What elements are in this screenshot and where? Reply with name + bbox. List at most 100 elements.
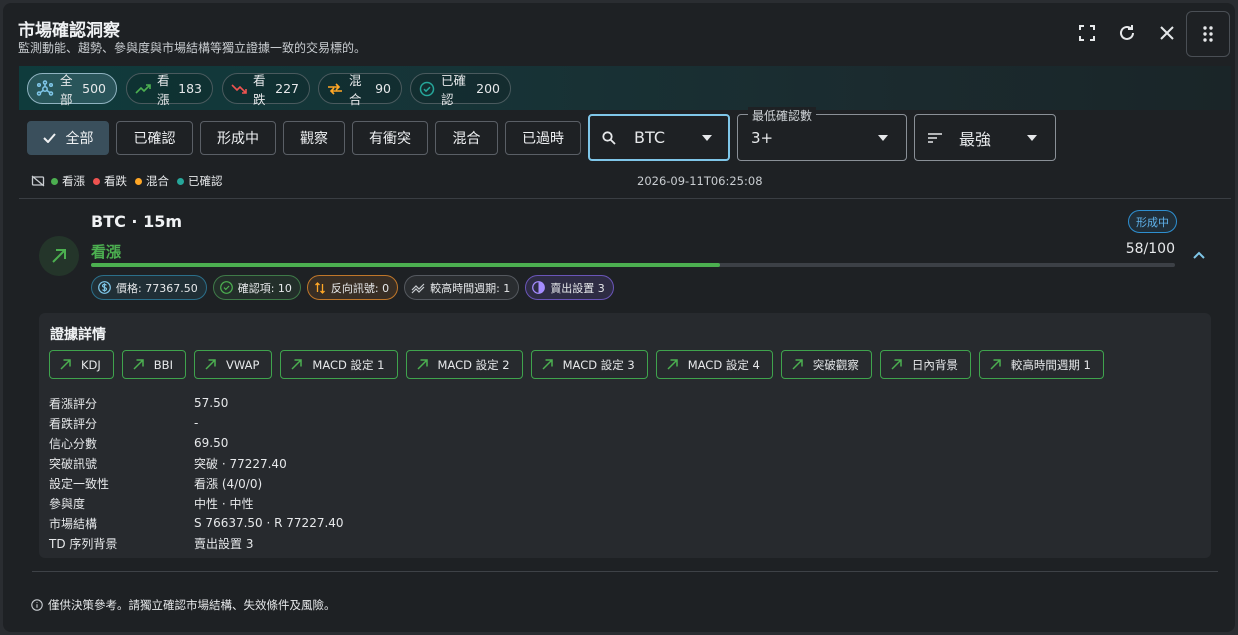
- symbol-search-field[interactable]: BTC: [588, 114, 730, 161]
- detail-row: 參與度 中性 · 中性: [49, 493, 344, 513]
- swap-icon: [327, 82, 343, 95]
- filter-watch[interactable]: 觀察: [283, 121, 345, 155]
- evidence-tag[interactable]: BBI: [121, 350, 186, 379]
- evidence-tag[interactable]: 較高時間週期 1: [978, 350, 1104, 379]
- evidence-tag-label: 較高時間週期 1: [1010, 357, 1091, 372]
- page-title: 市場確認洞察: [18, 21, 120, 41]
- sort-icon: [928, 132, 942, 143]
- summary-bullish[interactable]: 看漲 183: [126, 73, 213, 107]
- evidence-tag-label: MACD 設定 3: [562, 357, 635, 372]
- hide-legend-icon[interactable]: [31, 175, 45, 187]
- evidence-tag-label: KDJ: [81, 357, 101, 372]
- summary-mixed[interactable]: 混合 90: [318, 73, 402, 107]
- evidence-tag[interactable]: VWAP: [193, 350, 273, 379]
- verified-icon: [419, 81, 435, 97]
- filter-mixed[interactable]: 混合: [435, 121, 498, 155]
- price-chip: 價格: 77367.50: [91, 275, 207, 300]
- evidence-tag[interactable]: MACD 設定 3: [530, 350, 648, 379]
- collapse-button[interactable]: [1188, 244, 1210, 266]
- metric-chips: 價格: 77367.50 確認項: 10 反向訊號: 0 較高時間週期: 1 賣…: [91, 275, 614, 300]
- detail-value: -: [194, 416, 199, 430]
- arrow-up-right-icon: [205, 359, 216, 370]
- arrow-up-right-icon: [60, 359, 71, 370]
- evidence-tag[interactable]: 日內背景: [879, 350, 971, 379]
- arrow-up-right-icon: [133, 359, 144, 370]
- evidence-tag[interactable]: 突破觀察: [780, 350, 872, 379]
- sort-select[interactable]: 最強: [914, 114, 1056, 161]
- check-circle-icon: [219, 281, 233, 294]
- arrow-up-right-icon: [990, 359, 1001, 370]
- evidence-tag-label: MACD 設定 2: [437, 357, 510, 372]
- arrow-up-right-icon: [792, 359, 803, 370]
- summary-all[interactable]: 全部 500: [27, 73, 117, 107]
- evidence-tag[interactable]: KDJ: [49, 350, 114, 379]
- detail-value: 賣出設置 3: [194, 536, 254, 551]
- arrow-up-right-icon: [416, 359, 428, 370]
- detail-key: 突破訊號: [49, 456, 98, 471]
- disclaimer: 僅供決策參考。請獨立確認市場結構、失效條件及風險。: [31, 597, 336, 613]
- filter-stale[interactable]: 已過時: [505, 121, 581, 155]
- min-confirm-select[interactable]: 最低確認數 3+: [737, 107, 907, 161]
- page-subtitle: 監測動能、趨勢、參與度與市場結構等獨立證據一致的交易標的。: [18, 41, 367, 55]
- evidence-tag-label: MACD 設定 1: [312, 357, 385, 372]
- summary-confirmed[interactable]: 已確認 200: [410, 73, 511, 107]
- refresh-icon[interactable]: [1114, 20, 1140, 46]
- check-icon: [42, 133, 56, 143]
- evidence-panel: 證據詳情 KDJ BBI VWAP MACD 設定 1 MACD 設定 2 MACD 設定…: [39, 313, 1211, 558]
- hub-icon: [36, 79, 54, 98]
- filter-forming[interactable]: 形成中: [200, 121, 276, 155]
- score-bar-fill: [91, 263, 720, 267]
- legend-dot-bullish: [51, 177, 58, 185]
- arrow-up-right-icon: [667, 359, 678, 370]
- grip-icon: [1203, 26, 1213, 42]
- contrast-icon: [532, 281, 546, 294]
- legend-dot-confirmed: [177, 177, 184, 185]
- evidence-tag[interactable]: MACD 設定 2: [405, 350, 523, 379]
- detail-row: TD 序列背景 賣出設置 3: [49, 533, 344, 553]
- summary-bearish[interactable]: 看跌 227: [222, 73, 310, 107]
- evidence-tags: KDJ BBI VWAP MACD 設定 1 MACD 設定 2 MACD 設定 3 MAC…: [49, 350, 1104, 379]
- swap-vert-icon: [314, 281, 326, 294]
- score-text: 58/100: [1125, 241, 1175, 257]
- dropdown-arrow-icon: [702, 134, 712, 141]
- filter-all[interactable]: 全部: [27, 121, 109, 155]
- status-badge: 形成中: [1128, 210, 1177, 233]
- evidence-tag[interactable]: MACD 設定 4: [655, 350, 773, 379]
- legend-dot-bearish: [93, 177, 100, 185]
- detail-value: 57.50: [194, 396, 229, 410]
- trending-up-icon: [135, 83, 151, 95]
- chevron-up-icon: [1193, 251, 1205, 259]
- legend-dot-mixed: [135, 177, 142, 185]
- card-title: BTC · 15m: [91, 212, 183, 231]
- higher-timeframe-chip: 較高時間週期: 1: [404, 275, 520, 300]
- min-confirm-label: 最低確認數: [748, 107, 817, 124]
- detail-key: 看漲評分: [49, 396, 98, 411]
- filter-confirmed[interactable]: 已確認: [116, 121, 193, 155]
- filter-conflict[interactable]: 有衝突: [352, 121, 428, 155]
- detail-row: 突破訊號 突破 · 77227.40: [49, 453, 344, 473]
- dropdown-arrow-icon: [878, 134, 888, 141]
- drag-handle-menu-button[interactable]: [1186, 11, 1230, 57]
- evidence-title: 證據詳情: [50, 327, 106, 343]
- detail-key: 市場結構: [49, 516, 98, 531]
- detail-row: 看漲評分 57.50: [49, 393, 344, 413]
- detail-value: 69.50: [194, 436, 229, 450]
- detail-key: 設定一致性: [49, 476, 110, 491]
- min-confirm-value: 3+: [751, 128, 774, 147]
- search-icon: [602, 130, 616, 145]
- evidence-tag[interactable]: MACD 設定 1: [280, 350, 398, 379]
- dollar-icon: [98, 281, 111, 294]
- fullscreen-icon[interactable]: [1074, 20, 1100, 46]
- close-icon[interactable]: [1154, 20, 1180, 46]
- detail-value: 中性 · 中性: [194, 496, 254, 511]
- confirmations-chip: 確認項: 10: [212, 275, 301, 300]
- evidence-tag-label: MACD 設定 4: [687, 357, 760, 372]
- arrow-up-right-icon: [52, 249, 66, 263]
- detail-key: 看跌評分: [49, 416, 98, 431]
- trending-down-icon: [231, 83, 247, 95]
- td-setup-chip: 賣出設置 3: [525, 275, 614, 300]
- evidence-tag-label: 日內背景: [911, 357, 958, 372]
- evidence-tag-label: VWAP: [225, 357, 260, 372]
- opposing-signals-chip: 反向訊號: 0: [306, 275, 399, 300]
- detail-value: 看漲 (4/0/0): [194, 476, 263, 491]
